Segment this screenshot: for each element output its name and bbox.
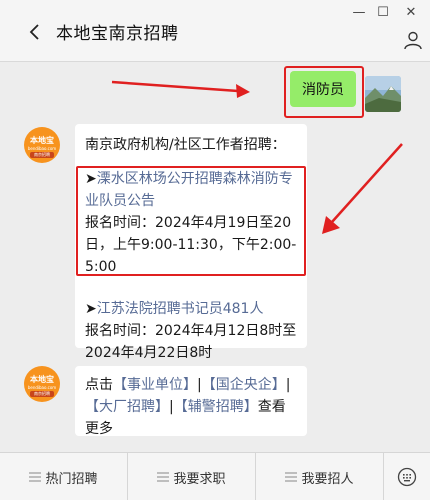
menu-tab-label: 我要招人 <box>301 471 354 487</box>
menu-tab-hot-jobs[interactable]: 热门招聘 <box>0 453 128 500</box>
category-link-auxiliary-police[interactable]: 【辅警招聘】 <box>174 399 258 415</box>
menu-lines-icon <box>285 472 298 482</box>
profile-icon[interactable] <box>403 30 423 50</box>
category-link-public-institution[interactable]: 【事业单位】 <box>113 377 197 393</box>
official-account-avatar[interactable]: 本地宝 bendibao.com 南京招聘 <box>24 127 60 163</box>
logo-subtitle: 南京招聘 <box>30 391 54 397</box>
arrow-to-sent-message <box>111 80 250 98</box>
logo-subtitle: 南京招聘 <box>30 152 54 158</box>
category-link-state-enterprise[interactable]: 【国企央企】 <box>202 377 286 393</box>
category-link-big-company[interactable]: 【大厂招聘】 <box>85 399 169 415</box>
logo-domain: bendibao.com <box>27 385 57 390</box>
keyboard-toggle-button[interactable] <box>384 453 430 500</box>
job-highlight-box <box>76 166 306 276</box>
minimize-button[interactable]: — <box>348 4 370 22</box>
reply-prefix: 点击 <box>85 377 113 393</box>
logo-text: 本地宝 <box>30 375 54 384</box>
user-avatar[interactable] <box>365 76 401 112</box>
menu-lines-icon <box>157 472 170 482</box>
chat-title: 本地宝南京招聘 <box>56 24 179 44</box>
menu-tab-label: 我要求职 <box>173 471 226 487</box>
job-item: ➤江苏法院招聘书记员481人 <box>85 298 297 320</box>
landscape-avatar-icon <box>365 76 401 112</box>
close-button[interactable]: ✕ <box>400 4 422 22</box>
job-link-court-clerk[interactable]: 江苏法院招聘书记员481人 <box>97 301 264 317</box>
sent-message-highlight <box>284 66 364 118</box>
reply-intro: 南京政府机构/社区工作者招聘： <box>85 137 286 153</box>
maximize-button[interactable]: ☐ <box>372 4 394 22</box>
back-arrow-icon[interactable] <box>26 20 44 44</box>
logo-domain: bendibao.com <box>27 146 57 151</box>
menu-tab-find-job[interactable]: 我要求职 <box>128 453 256 500</box>
arrow-to-job-highlight <box>322 143 403 234</box>
official-account-avatar[interactable]: 本地宝 bendibao.com 南京招聘 <box>24 366 60 402</box>
job-detail: 报名时间：2024年4月12日8时至2024年4月22日8时 <box>85 323 297 361</box>
keyboard-icon <box>397 467 417 487</box>
reply-links-bubble: 点击【事业单位】|【国企央企】|【大厂招聘】|【辅警招聘】查看更多 <box>75 366 307 437</box>
bottom-menu-bar: 热门招聘 我要求职 我要招人 <box>0 452 430 500</box>
logo-text: 本地宝 <box>30 136 54 145</box>
menu-lines-icon <box>29 472 42 482</box>
menu-tab-hire[interactable]: 我要招人 <box>256 453 384 500</box>
separator: | <box>285 377 291 393</box>
window-title-bar: — ☐ ✕ 本地宝南京招聘 <box>0 0 430 62</box>
bullet-arrow-icon: ➤ <box>85 301 97 317</box>
menu-tab-label: 热门招聘 <box>45 471 98 487</box>
